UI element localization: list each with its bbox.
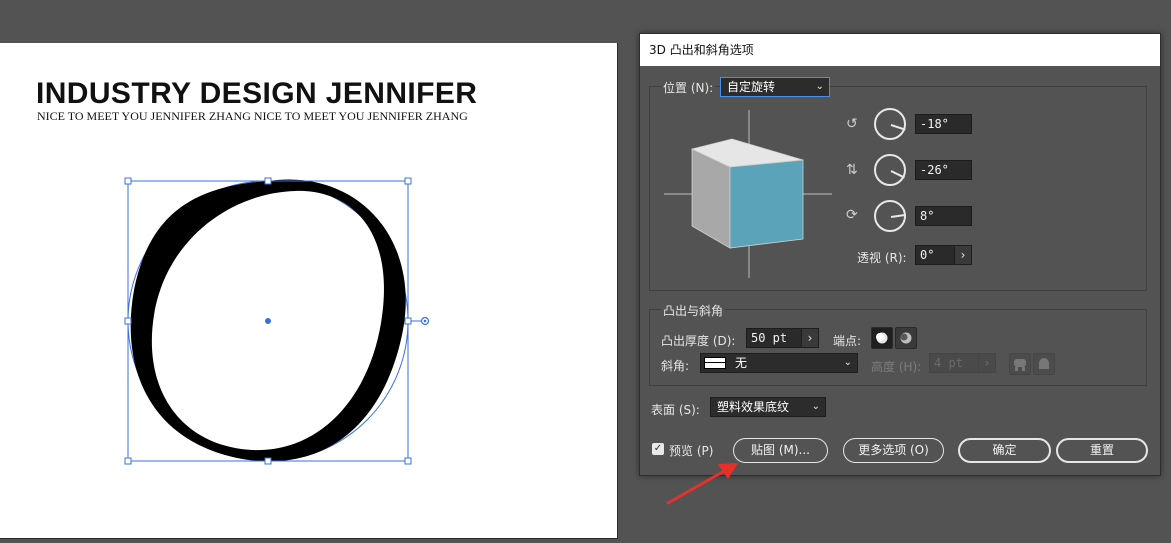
y-rotation-dial[interactable]: [874, 154, 906, 186]
height-field[interactable]: 4 pt: [929, 353, 979, 373]
center-point: [265, 318, 271, 324]
3d-extrude-bevel-dialog: 3D 凸出和斜角选项 位置 (N): 自定旋转 ⌄ ↺ -18° ⇅ -26° …: [639, 33, 1161, 476]
preview-checkbox[interactable]: ✓: [652, 443, 664, 455]
annotation-arrow: [666, 463, 738, 505]
bevel-extent-in-button[interactable]: [1009, 353, 1031, 375]
bevel-none-swatch-icon: [704, 357, 726, 369]
z-rotation-dial[interactable]: [874, 200, 906, 232]
handle-top-right: [404, 177, 412, 185]
z-rotation-field[interactable]: 8°: [915, 206, 972, 226]
surface-label: 表面 (S):: [651, 403, 700, 417]
cube-front-face: [729, 159, 804, 249]
chevron-down-icon: ⌄: [811, 401, 820, 412]
handle-middle-right: [404, 317, 412, 325]
dialog-title[interactable]: 3D 凸出和斜角选项: [640, 34, 1160, 66]
extrude-depth-label: 凸出厚度 (D):: [661, 334, 736, 348]
handle-top-center: [264, 177, 272, 185]
bevel-select[interactable]: 无 ⌄: [700, 353, 858, 373]
perspective-slider-button[interactable]: ›: [954, 245, 972, 265]
y-axis-rotate-icon: ⇅: [846, 162, 858, 178]
bevel-select-value: 无: [735, 356, 748, 370]
handle-bottom-left: [124, 457, 132, 465]
perspective-label: 透视 (R):: [857, 251, 907, 265]
handle-bottom-center: [264, 457, 272, 465]
perspective-field[interactable]: 0°: [915, 245, 955, 265]
x-rotation-field[interactable]: -18°: [915, 114, 972, 134]
surface-select[interactable]: 塑料效果底纹 ⌄: [710, 397, 826, 417]
y-rotation-field[interactable]: -26°: [915, 160, 972, 180]
handle-bottom-right: [404, 457, 412, 465]
z-axis-rotate-icon: ⟳: [846, 207, 858, 223]
chevron-down-icon: ⌄: [843, 357, 852, 368]
bevel-label: 斜角:: [661, 359, 690, 373]
x-axis-rotate-icon: ↺: [846, 116, 858, 132]
surface-select-value: 塑料效果底纹: [717, 400, 790, 414]
position-label: 位置 (N):: [661, 79, 716, 96]
extrude-depth-field[interactable]: 50 pt: [746, 328, 802, 348]
track-cube[interactable]: [660, 106, 840, 281]
handle-top-left: [124, 177, 132, 185]
bevel-extent-out-icon: [1039, 358, 1049, 369]
cap-on-button[interactable]: [871, 327, 893, 349]
cap-off-button[interactable]: [895, 327, 917, 349]
extrude-depth-slider-button[interactable]: ›: [801, 328, 819, 348]
cap-label: 端点:: [833, 334, 862, 348]
height-label: 高度 (H):: [871, 360, 922, 374]
extrude-section-title: 凸出与斜角: [661, 302, 726, 319]
position-select-value: 自定旋转: [727, 80, 776, 94]
more-options-button[interactable]: 更多选项 (O): [843, 438, 944, 463]
handle-middle-left: [124, 317, 132, 325]
cap-off-icon: [900, 332, 912, 344]
height-slider-button[interactable]: ›: [978, 353, 996, 373]
ok-button[interactable]: 确定: [958, 438, 1051, 463]
bevel-extent-out-button[interactable]: [1033, 353, 1055, 375]
x-rotation-dial[interactable]: [874, 108, 906, 140]
bevel-extent-in-icon: [1014, 359, 1026, 371]
position-select[interactable]: 自定旋转 ⌄: [720, 77, 830, 97]
cap-on-icon: [876, 332, 888, 344]
chevron-down-icon: ⌄: [815, 81, 824, 92]
ring-artwork[interactable]: [0, 0, 640, 543]
reset-button[interactable]: 重置: [1056, 438, 1148, 463]
